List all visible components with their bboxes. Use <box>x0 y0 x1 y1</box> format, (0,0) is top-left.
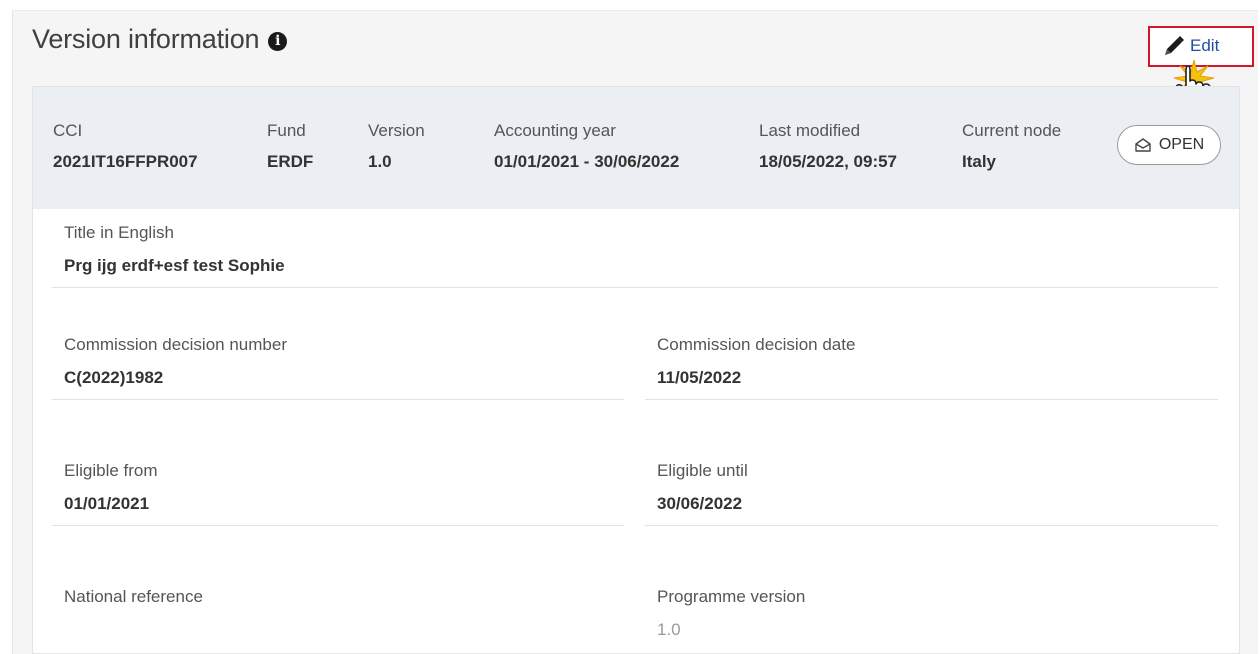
field-label: Programme version <box>657 587 806 606</box>
status-badge: OPEN <box>1117 125 1221 165</box>
meta-value: 1.0 <box>368 152 392 171</box>
field-title-in-english: Title in English Prg ijg erdf+esf test S… <box>52 223 1218 288</box>
meta-value: 01/01/2021 - 30/06/2022 <box>494 152 680 171</box>
envelope-open-icon <box>1135 138 1151 152</box>
section-header: Version information i <box>32 24 288 55</box>
field-programme-version: Programme version 1.0 <box>657 587 1218 640</box>
meta-label: Current node <box>962 121 1062 140</box>
field-national-reference: National reference <box>64 587 634 640</box>
page-title: Version information <box>32 24 260 54</box>
field-label: Commission decision date <box>657 335 856 354</box>
field-value: 01/01/2021 <box>64 494 150 513</box>
divider <box>52 399 624 400</box>
meta-fund: Fund ERDF <box>267 121 313 172</box>
divider <box>645 525 1218 526</box>
field-eligible-from: Eligible from 01/01/2021 <box>52 461 634 526</box>
meta-label: Fund <box>267 121 306 140</box>
meta-value: 18/05/2022, 09:57 <box>759 152 898 171</box>
field-label: Eligible until <box>657 461 748 480</box>
divider <box>52 525 624 526</box>
field-value <box>64 620 634 640</box>
pencil-icon <box>1165 36 1184 55</box>
field-value: 30/06/2022 <box>657 494 743 513</box>
edit-button[interactable]: Edit <box>1162 34 1219 58</box>
field-label: Title in English <box>64 223 174 242</box>
status-label: OPEN <box>1158 136 1205 153</box>
meta-value: Italy <box>962 152 997 171</box>
edit-label[interactable]: Edit <box>1190 36 1219 56</box>
meta-label: Accounting year <box>494 121 616 140</box>
field-label: National reference <box>64 587 203 606</box>
field-label: Commission decision number <box>64 335 287 354</box>
field-value: C(2022)1982 <box>64 368 164 387</box>
field-eligible-until: Eligible until 30/06/2022 <box>645 461 1218 526</box>
field-value: 11/05/2022 <box>657 368 742 387</box>
meta-value: 2021IT16FFPR007 <box>53 152 198 171</box>
field-commission-decision-number: Commission decision number C(2022)1982 <box>52 335 634 400</box>
version-info-card: CCI 2021IT16FFPR007 Fund ERDF Version 1.… <box>32 86 1240 654</box>
info-icon[interactable]: i <box>268 32 288 51</box>
meta-current-node: Current node Italy <box>962 121 1061 172</box>
meta-cci: CCI 2021IT16FFPR007 <box>53 121 198 172</box>
meta-version: Version 1.0 <box>368 121 425 172</box>
meta-label: Version <box>368 121 425 140</box>
meta-label: CCI <box>53 121 83 140</box>
field-commission-decision-date: Commission decision date 11/05/2022 <box>645 335 1218 400</box>
divider <box>52 287 1218 288</box>
meta-last-modified: Last modified 18/05/2022, 09:57 <box>759 121 897 172</box>
divider <box>645 399 1218 400</box>
meta-value: ERDF <box>267 152 314 171</box>
field-value: Prg ijg erdf+esf test Sophie <box>64 256 285 275</box>
field-value: 1.0 <box>657 620 681 639</box>
summary-header: CCI 2021IT16FFPR007 Fund ERDF Version 1.… <box>33 87 1239 209</box>
meta-accounting-year: Accounting year 01/01/2021 - 30/06/2022 <box>494 121 679 172</box>
meta-label: Last modified <box>759 121 861 140</box>
field-label: Eligible from <box>64 461 158 480</box>
